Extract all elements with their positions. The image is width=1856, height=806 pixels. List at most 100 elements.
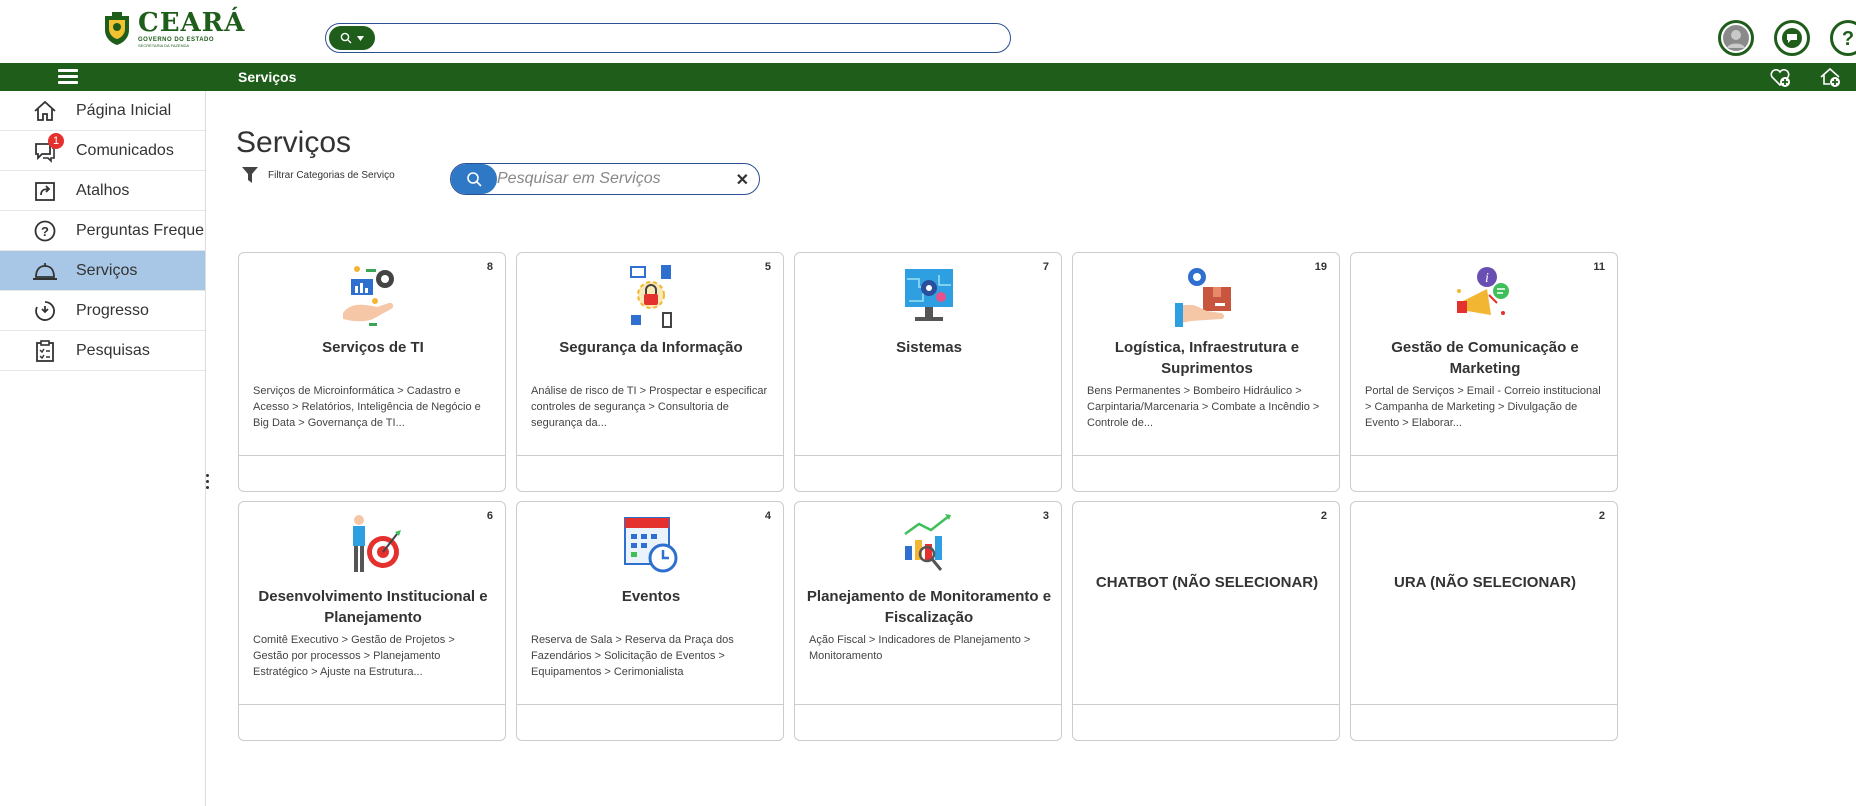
- service-card[interactable]: 8 Serviços de TI Serviços de Microinform…: [238, 252, 506, 492]
- sidebar: Página Inicial 1 Comunicados Atalhos ? P…: [0, 91, 206, 806]
- card-description: [809, 383, 1049, 431]
- card-count: 7: [1042, 261, 1049, 273]
- sidebar-item-comunicados[interactable]: 1 Comunicados: [0, 131, 205, 171]
- card-count: 6: [486, 510, 493, 522]
- card-description: [1087, 632, 1327, 680]
- services-search-button[interactable]: [451, 164, 497, 194]
- sidebar-item-pesquisas[interactable]: Pesquisas: [0, 331, 205, 371]
- avatar-icon: [1723, 25, 1749, 51]
- card-title: CHATBOT (NÃO SELECIONAR): [1095, 574, 1319, 591]
- card-footer: [795, 455, 1061, 456]
- card-description: Comitê Executivo > Gestão de Projetos > …: [253, 634, 455, 678]
- user-avatar[interactable]: [1718, 20, 1754, 56]
- help-button[interactable]: ?: [1830, 20, 1856, 56]
- card-count: 2: [1320, 510, 1327, 522]
- sidebar-resize-handle-icon[interactable]: [206, 474, 212, 492]
- card-count: 11: [1593, 261, 1605, 273]
- svg-text:?: ?: [1842, 28, 1854, 49]
- card-footer: [239, 455, 505, 456]
- sidebar-item-progresso[interactable]: Progresso: [0, 291, 205, 331]
- sidebar-item-label: Pesquisas: [76, 341, 150, 359]
- card-description: Bens Permanentes > Bombeiro Hidráulico >…: [1087, 385, 1320, 429]
- filter-categories-button[interactable]: Filtrar Categorias de Serviço: [242, 166, 395, 184]
- service-card[interactable]: 6 Desenvolvimento Institucional e Planej…: [238, 501, 506, 741]
- card-footer: [1351, 455, 1617, 456]
- service-card[interactable]: 5 Segurança da Informação Análise de ris…: [516, 252, 784, 492]
- card-footer: [517, 455, 783, 456]
- card-count: 3: [1042, 510, 1049, 522]
- top-header: CEARÁ GOVERNO DO ESTADO SECRETARIA DA FA…: [0, 0, 1856, 63]
- service-card[interactable]: 2 URA (NÃO SELECIONAR): [1350, 501, 1618, 741]
- card-title: Gestão de Comunicação e Marketing: [1391, 339, 1579, 377]
- chat-button[interactable]: [1774, 20, 1810, 56]
- sidebar-item-label: Atalhos: [76, 181, 130, 199]
- sidebar-item-servicos[interactable]: Serviços: [0, 251, 205, 291]
- service-card[interactable]: 4 Eventos Reserva de Sala > Reserva da P…: [516, 501, 784, 741]
- card-description: [1365, 632, 1605, 680]
- card-count: 5: [764, 261, 771, 273]
- nav-bar-actions: [1768, 65, 1842, 89]
- card-title: URA (NÃO SELECIONAR): [1394, 574, 1576, 591]
- logo-subtitle-2: SECRETARIA DA FAZENDA: [138, 43, 190, 48]
- service-card[interactable]: 2 CHATBOT (NÃO SELECIONAR): [1072, 501, 1340, 741]
- card-description: Serviços de Microinformática > Cadastro …: [253, 385, 481, 429]
- sidebar-item-label: Serviços: [76, 261, 138, 279]
- security-lock-icon: [630, 265, 672, 328]
- search-icon: [340, 32, 352, 44]
- nav-bar: Serviços: [0, 63, 1856, 91]
- sidebar-item-label: Progresso: [76, 301, 149, 319]
- chat-bubble-icon: [1782, 28, 1802, 48]
- card-title: Eventos: [621, 588, 681, 605]
- megaphone-icon: i: [1457, 267, 1509, 315]
- ceara-logo[interactable]: CEARÁ GOVERNO DO ESTADO SECRETARIA DA FA…: [102, 10, 245, 48]
- card-footer: [1073, 704, 1339, 705]
- service-card[interactable]: 11 i Gestão de Comunicação e Marketing P…: [1350, 252, 1618, 492]
- svg-text:i: i: [1485, 271, 1489, 286]
- filter-label: Filtrar Categorias de Serviço: [268, 169, 395, 181]
- breadcrumb-title: Serviços: [238, 69, 297, 85]
- top-icons: ?: [1718, 20, 1856, 56]
- progress-icon: [32, 298, 58, 324]
- sidebar-item-home[interactable]: Página Inicial: [0, 91, 205, 131]
- card-footer: [239, 704, 505, 705]
- sidebar-item-label: Comunicados: [76, 141, 174, 159]
- service-card[interactable]: 3 Planejamento de Monitoramento e Fiscal…: [794, 501, 1062, 741]
- page-title: Serviços: [236, 126, 352, 159]
- target-person-icon: [353, 515, 401, 572]
- service-card[interactable]: 19 Logística, Infraestrutura e Supriment…: [1072, 252, 1340, 492]
- logistics-box-icon: [1175, 268, 1231, 327]
- card-footer: [517, 704, 783, 705]
- global-search: [325, 23, 1011, 53]
- sidebar-item-atalhos[interactable]: Atalhos: [0, 171, 205, 211]
- card-title: Desenvolvimento Institucional e Planejam…: [258, 588, 488, 626]
- service-card[interactable]: 7 Sistemas: [794, 252, 1062, 492]
- chart-magnifier-icon: [904, 514, 951, 571]
- card-title: Sistemas: [896, 339, 962, 356]
- services-search-input[interactable]: [497, 169, 717, 189]
- add-favorite-icon[interactable]: [1768, 65, 1792, 89]
- card-description: Portal de Serviços > Email - Correio ins…: [1365, 385, 1601, 429]
- menu-toggle-icon[interactable]: [58, 69, 78, 85]
- search-scope-dropdown[interactable]: [329, 26, 375, 50]
- add-home-shortcut-icon[interactable]: [1818, 65, 1842, 89]
- clear-search-icon[interactable]: ✕: [736, 170, 749, 190]
- global-search-input[interactable]: [382, 27, 992, 49]
- help-icon: ?: [1842, 28, 1854, 49]
- calendar-clock-icon: [624, 517, 678, 573]
- clipboard-icon: [32, 338, 58, 364]
- card-footer: [1073, 455, 1339, 456]
- card-title: Logística, Infraestrutura e Suprimentos: [1114, 339, 1300, 377]
- card-footer: [795, 704, 1061, 705]
- notification-badge: 1: [48, 132, 64, 149]
- card-description: Reserva de Sala > Reserva da Praça dos F…: [531, 634, 734, 678]
- card-count: 8: [486, 261, 493, 273]
- search-icon: [467, 172, 482, 187]
- card-description: Análise de risco de TI > Prospectar e es…: [531, 385, 768, 429]
- it-services-icon: [343, 266, 394, 326]
- card-count: 2: [1598, 510, 1605, 522]
- sidebar-item-faq[interactable]: ? Perguntas Frequentes: [0, 211, 205, 251]
- card-count: 4: [764, 510, 771, 522]
- services-search: ✕: [450, 163, 760, 195]
- card-footer: [1351, 704, 1617, 705]
- home-icon: [32, 98, 58, 124]
